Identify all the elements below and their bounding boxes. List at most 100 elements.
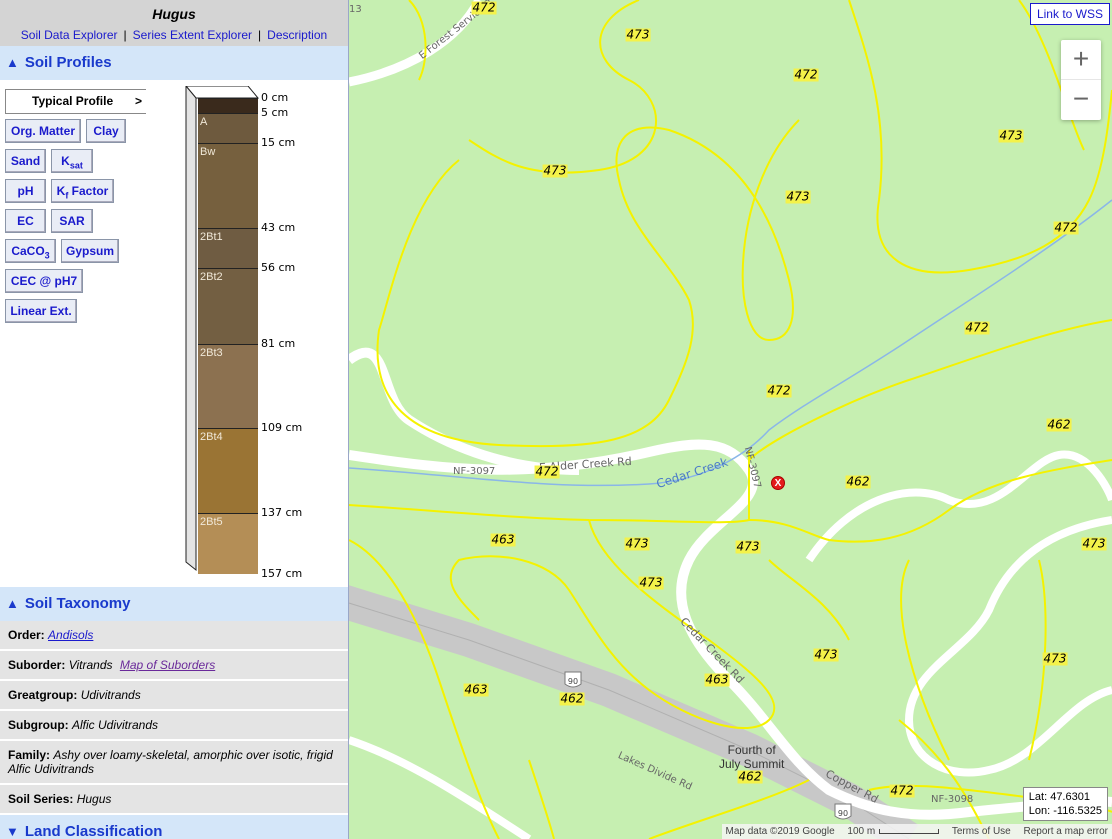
- series-label: Soil Series:: [8, 792, 74, 806]
- expand-down-icon: ▼: [6, 824, 19, 839]
- map-unit-label[interactable]: 472: [471, 1, 497, 15]
- soil-profiles-header[interactable]: ▲ Soil Profiles: [0, 46, 348, 80]
- map-unit-label[interactable]: 463: [463, 683, 489, 697]
- section-title: Land Classification: [24, 823, 163, 839]
- collapse-up-icon: ▲: [6, 596, 19, 611]
- column-top-face: [185, 86, 260, 99]
- clay-button[interactable]: Clay: [86, 119, 126, 143]
- soil-horizon[interactable]: 2Bt5: [198, 513, 258, 574]
- map-unit-label[interactable]: 462: [737, 770, 763, 784]
- soil-horizon[interactable]: [198, 98, 258, 114]
- section-title: Soil Taxonomy: [24, 595, 131, 612]
- soil-taxonomy-header[interactable]: ▲ Soil Taxonomy: [0, 587, 348, 621]
- gypsum-button[interactable]: Gypsum: [61, 239, 119, 263]
- org-matter-button[interactable]: Org. Matter: [5, 119, 81, 143]
- scale-label: 100 m: [847, 826, 876, 837]
- depth-label: 109 cm: [261, 421, 303, 435]
- map-unit-label[interactable]: 472: [534, 465, 560, 479]
- map-unit-label[interactable]: 473: [542, 164, 568, 178]
- scale-bar-line: [879, 828, 940, 834]
- map-unit-label[interactable]: 472: [766, 384, 792, 398]
- depth-label: 43 cm: [261, 221, 296, 235]
- kf-rest: Factor: [68, 184, 109, 198]
- greatgroup-value: Udivitrands: [80, 688, 141, 702]
- zoom-in-button[interactable]: +: [1061, 40, 1101, 80]
- coordinates-readout: Lat: 47.6301 Lon: -116.5325: [1022, 787, 1108, 821]
- soil-profile-panel: Typical Profile > Org. Matter Clay Sand …: [0, 80, 348, 587]
- map-unit-label[interactable]: 472: [793, 68, 819, 82]
- soil-horizon[interactable]: 2Bt1: [198, 228, 258, 268]
- road-label-edge: 13: [349, 4, 362, 15]
- ksat-button[interactable]: Ksat: [51, 149, 93, 173]
- location-marker-icon[interactable]: X: [771, 476, 785, 490]
- ksat-main: K: [61, 154, 70, 168]
- map-unit-label[interactable]: 473: [624, 537, 650, 551]
- cec-button[interactable]: CEC @ pH7: [5, 269, 83, 293]
- depth-label: 56 cm: [261, 260, 296, 274]
- map-unit-label[interactable]: 462: [1046, 418, 1072, 432]
- section-title: Soil Profiles: [24, 54, 112, 71]
- map-unit-label[interactable]: 473: [1081, 537, 1107, 551]
- depth-label: 0 cm: [261, 91, 289, 104]
- map-unit-label[interactable]: 473: [625, 28, 651, 42]
- typical-profile-label: Typical Profile: [32, 94, 114, 108]
- ec-button[interactable]: EC: [5, 209, 46, 233]
- link-to-wss-button[interactable]: Link to WSS: [1029, 3, 1110, 25]
- zoom-out-button[interactable]: −: [1061, 80, 1101, 120]
- map-unit-label[interactable]: 472: [889, 784, 915, 798]
- ksat-sub: sat: [69, 160, 83, 171]
- map-unit-label[interactable]: 473: [638, 576, 664, 590]
- linear-ext-button[interactable]: Linear Ext.: [5, 299, 77, 323]
- subgroup-label: Subgroup:: [8, 718, 69, 732]
- soil-map[interactable]: 90 90 E Forest Service R 13 NF-3097 E Al…: [349, 0, 1112, 839]
- map-canvas[interactable]: 90 90: [349, 0, 1112, 839]
- map-of-suborders-link[interactable]: Map of Suborders: [120, 658, 215, 672]
- kf-factor-button[interactable]: Kf Factor: [51, 179, 114, 203]
- map-unit-label[interactable]: 463: [704, 673, 730, 687]
- map-unit-label[interactable]: 462: [845, 475, 871, 489]
- map-unit-label[interactable]: 472: [964, 321, 990, 335]
- suborder-label: Suborder:: [8, 658, 66, 672]
- ph-button[interactable]: pH: [5, 179, 46, 203]
- nf-3097-road: [349, 347, 580, 475]
- map-unit-label[interactable]: 473: [785, 190, 811, 204]
- road-label-nf-3098: NF-3098: [931, 794, 974, 805]
- map-unit-label[interactable]: 473: [813, 648, 839, 662]
- taxonomy-subgroup-row: Subgroup: Alfic Udivitrands: [0, 711, 348, 741]
- soil-horizon[interactable]: 2Bt4: [198, 428, 258, 514]
- map-unit-label[interactable]: 473: [998, 129, 1024, 143]
- terms-of-use-link[interactable]: Terms of Use: [952, 826, 1011, 837]
- taxonomy-suborder-row: Suborder: Vitrands Map of Suborders: [0, 651, 348, 681]
- map-data-attribution: Map data ©2019 Google: [725, 826, 835, 837]
- map-unit-label[interactable]: 463: [490, 533, 516, 547]
- collapse-up-icon: ▲: [6, 55, 19, 70]
- report-map-error-link[interactable]: Report a map error: [1024, 826, 1108, 837]
- header-links: Soil Data Explorer | Series Extent Explore…: [0, 28, 348, 42]
- order-link[interactable]: Andisols: [48, 628, 93, 642]
- map-unit-label[interactable]: 473: [735, 540, 761, 554]
- sand-button[interactable]: Sand: [5, 149, 46, 173]
- soil-horizon[interactable]: 2Bt3: [198, 343, 258, 429]
- sar-button[interactable]: SAR: [51, 209, 93, 233]
- subgroup-value: Alfic Udivitrands: [72, 718, 159, 732]
- caco3-button[interactable]: CaCO3: [5, 239, 56, 263]
- soil-horizon[interactable]: 2Bt2: [198, 267, 258, 344]
- soil-data-explorer-link[interactable]: Soil Data Explorer: [21, 28, 118, 42]
- description-link[interactable]: Description: [267, 28, 327, 42]
- place-fourth-of-july-summit: Fourth of July Summit: [719, 743, 784, 771]
- land-classification-header[interactable]: ▼ Land Classification: [0, 815, 348, 839]
- map-unit-label[interactable]: 472: [1053, 221, 1079, 235]
- map-unit-label[interactable]: 473: [1042, 652, 1068, 666]
- series-title: Hugus: [152, 6, 196, 22]
- caco3-sub: 3: [44, 250, 50, 261]
- interstate-shield: 90: [564, 671, 582, 688]
- soil-horizon[interactable]: A: [198, 113, 258, 144]
- typical-profile-button[interactable]: Typical Profile >: [5, 89, 146, 114]
- map-unit-label[interactable]: 462: [559, 692, 585, 706]
- forest-road: [349, 0, 484, 87]
- family-label: Family:: [8, 748, 51, 762]
- family-value: Ashy over loamy-skeletal, amorphic over …: [8, 748, 333, 776]
- soil-horizon[interactable]: Bw: [198, 143, 258, 229]
- series-extent-explorer-link[interactable]: Series Extent Explorer: [133, 28, 252, 42]
- taxonomy-table: Order: Andisols Suborder: Vitrands Map o…: [0, 621, 348, 815]
